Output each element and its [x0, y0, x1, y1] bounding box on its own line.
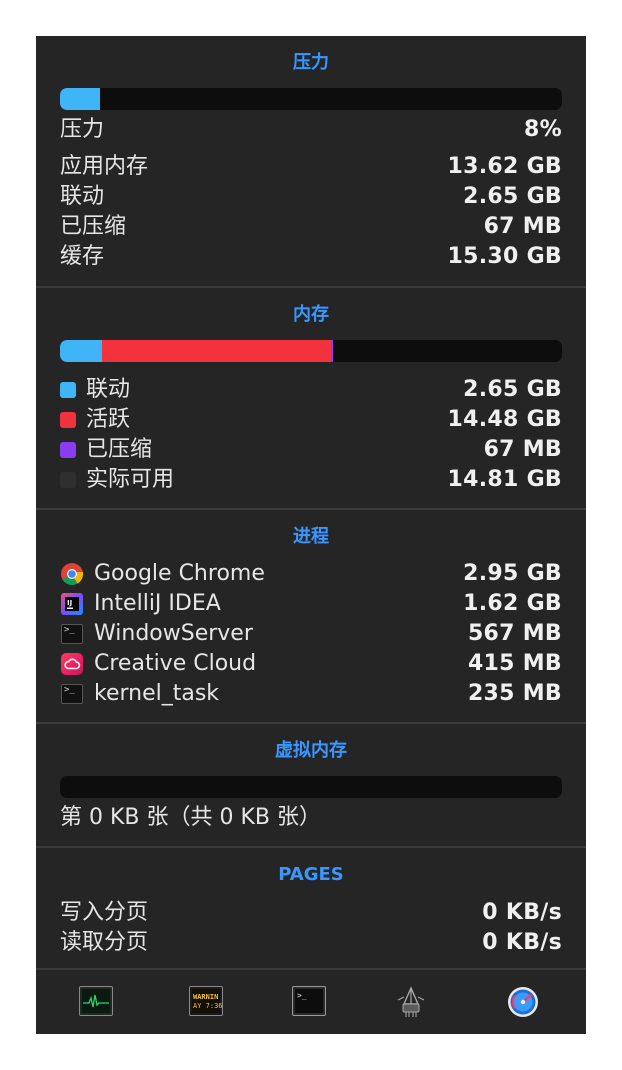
pageins-row: 读取分页 0 KB/s [60, 928, 562, 958]
terminal-icon: >_ [292, 986, 326, 1016]
row-value: 14.48 GB [447, 407, 562, 432]
compressed-row: 已压缩 67 MB [60, 212, 562, 242]
process-name: Creative Cloud [94, 651, 257, 676]
legend-active-row: 活跃 14.48 GB [60, 405, 562, 435]
row-value: 14.81 GB [447, 467, 562, 492]
row-label: 读取分页 [60, 930, 149, 955]
terminal-button[interactable]: >_ [292, 986, 326, 1016]
process-memory: 567 MB [467, 621, 562, 646]
svg-text:>_: >_ [297, 991, 307, 1000]
processes-title: 进程 [293, 526, 329, 547]
processes-section: 进程 Google Chrome 2.95 GB IJ IntelliJ IDE… [36, 510, 586, 724]
process-memory: 415 MB [467, 651, 562, 676]
network-utility-icon [397, 986, 425, 1017]
svg-text:AY 7:36: AY 7:36 [193, 1002, 223, 1010]
active-swatch [60, 412, 76, 428]
row-value: 67 MB [483, 214, 562, 239]
row-value: 15.30 GB [447, 244, 562, 269]
memory-bar-wired [60, 340, 102, 362]
process-name: WindowServer [94, 621, 253, 646]
svg-text:IJ: IJ [67, 599, 72, 607]
free-swatch [60, 472, 76, 488]
legend-compressed-row: 已压缩 67 MB [60, 435, 562, 465]
row-label: 缓存 [60, 244, 105, 269]
console-button[interactable]: WARNIN AY 7:36 [189, 986, 223, 1016]
intellij-icon: IJ [60, 592, 84, 616]
memory-bar-active [101, 340, 331, 362]
pressure-title: 压力 [293, 52, 329, 73]
row-value: 0 KB/s [482, 900, 562, 925]
process-name: IntelliJ IDEA [94, 591, 221, 616]
virtual-memory-bar [60, 776, 562, 798]
process-row[interactable]: >_ kernel_task 235 MB [60, 679, 562, 709]
process-row[interactable]: >_ WindowServer 567 MB [60, 619, 562, 649]
process-memory: 235 MB [467, 681, 562, 706]
pressure-row: 压力 8% [60, 115, 562, 145]
svg-text:WARNIN: WARNIN [193, 993, 218, 1001]
row-value: 13.62 GB [447, 154, 562, 179]
process-row[interactable]: IJ IntelliJ IDEA 1.62 GB [60, 589, 562, 619]
row-value: 67 MB [483, 437, 562, 462]
row-value: 8% [524, 117, 562, 142]
row-label: 应用内存 [60, 154, 149, 179]
cache-row: 缓存 15.30 GB [60, 242, 562, 272]
terminal-icon: >_ [60, 682, 84, 706]
process-memory: 2.95 GB [463, 561, 562, 586]
process-row[interactable]: Creative Cloud 415 MB [60, 649, 562, 679]
legend-wired-row: 联动 2.65 GB [60, 375, 562, 405]
activity-monitor-icon [79, 986, 113, 1016]
row-label: 活跃 [86, 407, 131, 432]
memory-bar [60, 340, 562, 362]
pages-section: PAGES 写入分页 0 KB/s 读取分页 0 KB/s [36, 848, 586, 970]
row-label: 联动 [60, 184, 105, 209]
row-label: 已压缩 [60, 214, 127, 239]
pages-title: PAGES [278, 864, 344, 885]
memory-stats-panel: 压力 压力 8% 应用内存 13.62 GB 联动 2.65 GB 已压缩 67… [36, 36, 586, 1034]
row-label: 联动 [86, 377, 131, 402]
creative-cloud-icon [60, 652, 84, 676]
wired-swatch [60, 382, 76, 398]
console-icon: WARNIN AY 7:36 [189, 986, 223, 1016]
virtual-memory-section: 虚拟内存 第 0 KB 张（共 0 KB 张） [36, 724, 586, 848]
process-name: Google Chrome [94, 561, 265, 586]
row-label: 写入分页 [60, 900, 149, 925]
memory-title: 内存 [293, 304, 329, 325]
pageouts-row: 写入分页 0 KB/s [60, 898, 562, 928]
activity-monitor-button[interactable] [79, 986, 113, 1016]
memory-bar-compressed [330, 340, 333, 362]
row-label: 已压缩 [86, 437, 153, 462]
network-utility-button[interactable] [394, 986, 428, 1017]
row-label: 实际可用 [86, 467, 175, 492]
compressed-swatch [60, 442, 76, 458]
app-launcher-toolbar: WARNIN AY 7:36 >_ [36, 970, 586, 1034]
row-label: 压力 [60, 117, 105, 142]
chrome-icon [60, 562, 84, 586]
memory-section: 内存 联动 2.65 GB 活跃 14.48 GB 已压缩 67 MB 实际可用… [36, 288, 586, 510]
pressure-bar [60, 88, 562, 110]
terminal-icon: >_ [60, 622, 84, 646]
process-row[interactable]: Google Chrome 2.95 GB [60, 559, 562, 589]
process-name: kernel_task [94, 681, 220, 706]
pressure-section: 压力 压力 8% 应用内存 13.62 GB 联动 2.65 GB 已压缩 67… [36, 36, 586, 288]
legend-free-row: 实际可用 14.81 GB [60, 465, 562, 495]
istat-menus-button[interactable] [506, 986, 540, 1017]
row-value: 2.65 GB [463, 377, 562, 402]
row-value: 0 KB/s [482, 930, 562, 955]
pressure-bar-fill [60, 88, 101, 110]
row-value: 2.65 GB [463, 184, 562, 209]
istat-menus-icon [508, 987, 538, 1017]
virtual-memory-summary: 第 0 KB 张（共 0 KB 张） [60, 805, 321, 830]
process-memory: 1.62 GB [463, 591, 562, 616]
wired-row: 联动 2.65 GB [60, 182, 562, 212]
virtual-memory-title: 虚拟内存 [275, 740, 347, 761]
virtual-memory-summary-row: 第 0 KB 张（共 0 KB 张） [60, 803, 562, 833]
app-memory-row: 应用内存 13.62 GB [60, 152, 562, 182]
